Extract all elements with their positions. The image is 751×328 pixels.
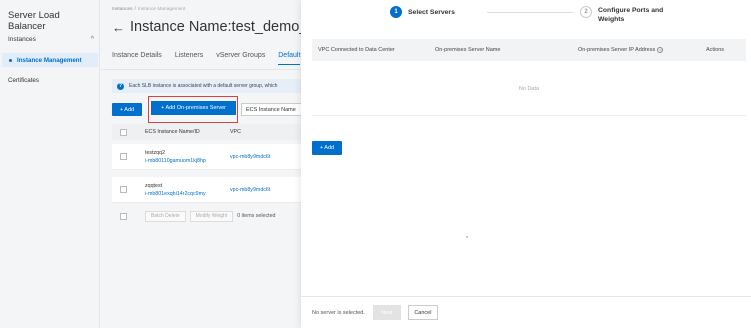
step-number-2: 2 xyxy=(580,6,592,18)
selected-count: 0 items selected xyxy=(237,213,276,219)
help-icon[interactable]: ? xyxy=(657,47,664,53)
page-title: ← Instance Name:test_demo_slb1 xyxy=(112,19,301,35)
table-header: ECS Instance Name/ID VPC xyxy=(112,124,301,140)
instance-cell: testzqq2 i-mb80110gamuom1kj8hp xyxy=(145,149,230,165)
instance-cell: zqqtest i-mb801exqhi14r2cqc9my xyxy=(145,182,230,198)
step-number-1: 1 xyxy=(390,6,402,18)
breadcrumb: Instances / Instance Management xyxy=(112,7,185,12)
sidebar-group-instances[interactable]: Instances ^ xyxy=(8,36,94,43)
table-footer: Batch Delete Modify Weight 0 items selec… xyxy=(112,208,301,224)
empty-state: No Data xyxy=(312,62,746,116)
column-header-actions: Actions xyxy=(706,47,725,53)
tab-default[interactable]: Default xyxy=(278,52,301,65)
batch-delete-button[interactable]: Batch Delete xyxy=(145,210,186,222)
chevron-up-icon: ^ xyxy=(90,36,94,43)
tabs-divider xyxy=(101,69,301,70)
arrow-left-icon[interactable]: ← xyxy=(112,20,125,35)
sidebar-item-label: Instance Management xyxy=(17,56,82,64)
breadcrumb-instances[interactable]: Instances xyxy=(112,7,133,12)
add-servers-panel: 1 Select Servers 2 Configure Ports and W… xyxy=(301,0,751,328)
tab-listeners[interactable]: Listeners xyxy=(175,52,203,65)
column-header-name: ECS Instance Name/ID xyxy=(145,129,200,135)
active-dot-icon xyxy=(9,58,12,62)
filter-select[interactable]: ECS Instance Name xyxy=(241,103,301,116)
vpc-link[interactable]: vpc-mb8y9mdc6t xyxy=(230,187,270,193)
step-indicator: 1 Select Servers 2 Configure Ports and W… xyxy=(301,0,751,30)
sidebar-title: Server Load Balancer xyxy=(8,10,60,32)
tab-bar: Instance Details Listeners vServer Group… xyxy=(112,52,301,65)
column-header-server-name: On-premises Server Name xyxy=(435,47,501,53)
row-checkbox[interactable] xyxy=(120,153,127,160)
main-content: Instances / Instance Management ← Instance… xyxy=(101,0,301,328)
add-button[interactable]: + Add xyxy=(112,103,142,116)
server-table-header: VPC Connected to Data Center On-premises… xyxy=(312,39,746,61)
step-label-2: Configure Ports and Weights xyxy=(598,7,664,23)
sidebar-item-certificates[interactable]: Certificates xyxy=(8,77,39,84)
info-text: Each SLB instance is associated with a d… xyxy=(129,83,278,89)
sidebar-item-instance-management[interactable]: Instance Management xyxy=(2,53,98,67)
instance-id-link[interactable]: i-mb801exqhi14r2cqc9my xyxy=(145,190,230,198)
info-banner: ? Each SLB instance is associated with a… xyxy=(112,79,301,93)
sidebar: Server Load Balancer Instances ^ Instanc… xyxy=(0,0,100,328)
step-label-1: Select Servers xyxy=(408,8,455,16)
column-header-server-ip-label: On-premises Server IP Address xyxy=(578,47,656,53)
instance-id-link[interactable]: i-mb80110gamuom1kj8hp xyxy=(145,157,230,165)
column-header-vpc: VPC xyxy=(230,129,241,135)
table-row: testzqq2 i-mb80110gamuom1kj8hp vpc-mb8y9… xyxy=(112,144,301,170)
select-all-checkbox[interactable] xyxy=(120,128,127,136)
column-header-server-ip: On-premises Server IP Address ? xyxy=(578,47,664,53)
footer-checkbox[interactable] xyxy=(120,212,127,220)
table-row: zqqtest i-mb801exqhi14r2cqc9my vpc-mb8y9… xyxy=(112,177,301,203)
step-configure-ports: 2 Configure Ports and Weights xyxy=(580,6,668,24)
tab-vserver-groups[interactable]: vServer Groups xyxy=(216,52,265,65)
instance-name: testzqq2 xyxy=(145,149,166,156)
step-select-servers: 1 Select Servers xyxy=(390,6,455,18)
decorative-dot xyxy=(466,236,468,238)
sidebar-group-label: Instances xyxy=(8,36,36,43)
question-icon: ? xyxy=(117,82,124,90)
modify-weight-button[interactable]: Modify Weight xyxy=(189,210,234,222)
vpc-link[interactable]: vpc-mb8y9mdc6t xyxy=(230,154,270,160)
instance-name: zqqtest xyxy=(145,182,163,189)
breadcrumb-separator: / xyxy=(134,7,136,12)
panel-footer: No server is selected. Next Cancel xyxy=(301,296,751,328)
next-button[interactable]: Next xyxy=(372,305,401,320)
row-checkbox[interactable] xyxy=(120,186,127,193)
step-connector xyxy=(487,12,573,13)
add-server-button[interactable]: + Add xyxy=(312,141,342,155)
selection-status: No server is selected. xyxy=(312,309,365,316)
breadcrumb-current: Instance Management xyxy=(137,7,186,12)
page-title-text: Instance Name:test_demo_slb1 xyxy=(130,19,301,35)
add-onpremises-server-button[interactable]: + Add On-premises Server xyxy=(151,101,236,115)
tab-instance-details[interactable]: Instance Details xyxy=(112,52,162,65)
cancel-button[interactable]: Cancel xyxy=(407,305,438,320)
column-header-vpc-connected: VPC Connected to Data Center xyxy=(318,47,395,53)
